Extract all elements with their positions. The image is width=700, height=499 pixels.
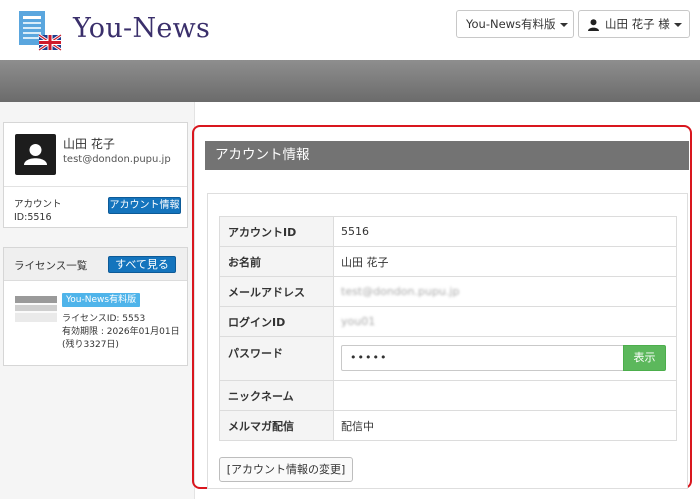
change-account-info-button[interactable]: [アカウント情報の変更] <box>219 457 353 482</box>
caret-down-icon <box>673 22 682 27</box>
table-row: メールアドレス test@dondon.pupu.jp <box>219 276 677 307</box>
avatar-placeholder-icon <box>24 144 47 165</box>
row-label: ログインID <box>219 306 334 337</box>
account-info-button[interactable]: アカウント情報 <box>108 197 181 214</box>
license-expiry: 有効期限 : 2026年01月01日 <box>62 327 180 337</box>
license-id: ライセンスID: 5553 <box>62 314 146 324</box>
you-news-logo-icon <box>19 11 62 52</box>
row-label: メルマガ配信 <box>219 410 334 441</box>
divider <box>4 186 187 187</box>
account-label: アカウント <box>14 199 62 210</box>
view-all-licenses-button[interactable]: すべて見る <box>108 256 176 273</box>
row-label: お名前 <box>219 246 334 277</box>
table-row: ログインID you01 <box>219 306 677 337</box>
left-sidebar: 山田 花子 test@dondon.pupu.jp アカウント ID:5516 … <box>0 102 195 499</box>
row-label: パスワード <box>219 336 334 381</box>
row-value: you01 <box>333 306 677 337</box>
license-list-card: ライセンス一覧 すべて見る You-News有料版 ライセンスID: 5553 … <box>3 247 188 366</box>
license-list-title: ライセンス一覧 <box>14 260 88 272</box>
row-label: メールアドレス <box>219 276 334 307</box>
row-value: ••••• 表示 <box>333 336 677 381</box>
license-thumbnail-icon <box>15 296 57 322</box>
row-value: 配信中 <box>333 410 677 441</box>
row-value: test@dondon.pupu.jp <box>333 276 677 307</box>
brand-title: You-News <box>73 13 211 44</box>
user-email: test@dondon.pupu.jp <box>63 154 171 165</box>
account-id-text: ID:5516 <box>14 212 52 223</box>
user-menu-button[interactable]: 山田 花子 様 <box>578 10 690 38</box>
account-info-table: アカウントID 5516 お名前 山田 花子 メールアドレス test@dond… <box>219 216 677 441</box>
row-label: アカウントID <box>219 216 334 247</box>
user-icon <box>588 18 599 31</box>
show-password-button[interactable]: 表示 <box>623 345 666 371</box>
plan-menu-button[interactable]: You-News有料版 <box>456 10 574 38</box>
password-field[interactable]: ••••• <box>341 345 626 371</box>
row-label: ニックネーム <box>219 380 334 411</box>
row-value <box>333 380 677 411</box>
user-name: 山田 花子 <box>63 137 115 151</box>
top-header: You-News You-News有料版 山田 花子 様 <box>0 0 700 60</box>
table-row: パスワード ••••• 表示 <box>219 336 677 381</box>
header-banner <box>0 60 700 102</box>
table-row: お名前 山田 花子 <box>219 246 677 277</box>
plan-menu-label: You-News有料版 <box>466 17 556 31</box>
account-id-label: アカウント ID:5516 <box>14 198 62 224</box>
row-value: 5516 <box>333 216 677 247</box>
license-list-header: ライセンス一覧 すべて見る <box>4 248 187 281</box>
avatar <box>15 134 56 175</box>
license-plan-badge: You-News有料版 <box>62 293 141 307</box>
row-value: 山田 花子 <box>333 246 677 277</box>
user-profile-card: 山田 花子 test@dondon.pupu.jp アカウント ID:5516 … <box>3 122 188 228</box>
login-id-value-blurred: you01 <box>341 315 376 328</box>
section-title: アカウント情報 <box>205 141 689 170</box>
table-row: アカウントID 5516 <box>219 216 677 247</box>
table-row: ニックネーム <box>219 380 677 411</box>
license-remaining-days: (残り3327日) <box>62 340 119 350</box>
table-row: メルマガ配信 配信中 <box>219 410 677 441</box>
user-menu-label: 山田 花子 様 <box>605 17 670 31</box>
email-value-blurred: test@dondon.pupu.jp <box>341 285 460 298</box>
caret-down-icon <box>559 22 568 27</box>
